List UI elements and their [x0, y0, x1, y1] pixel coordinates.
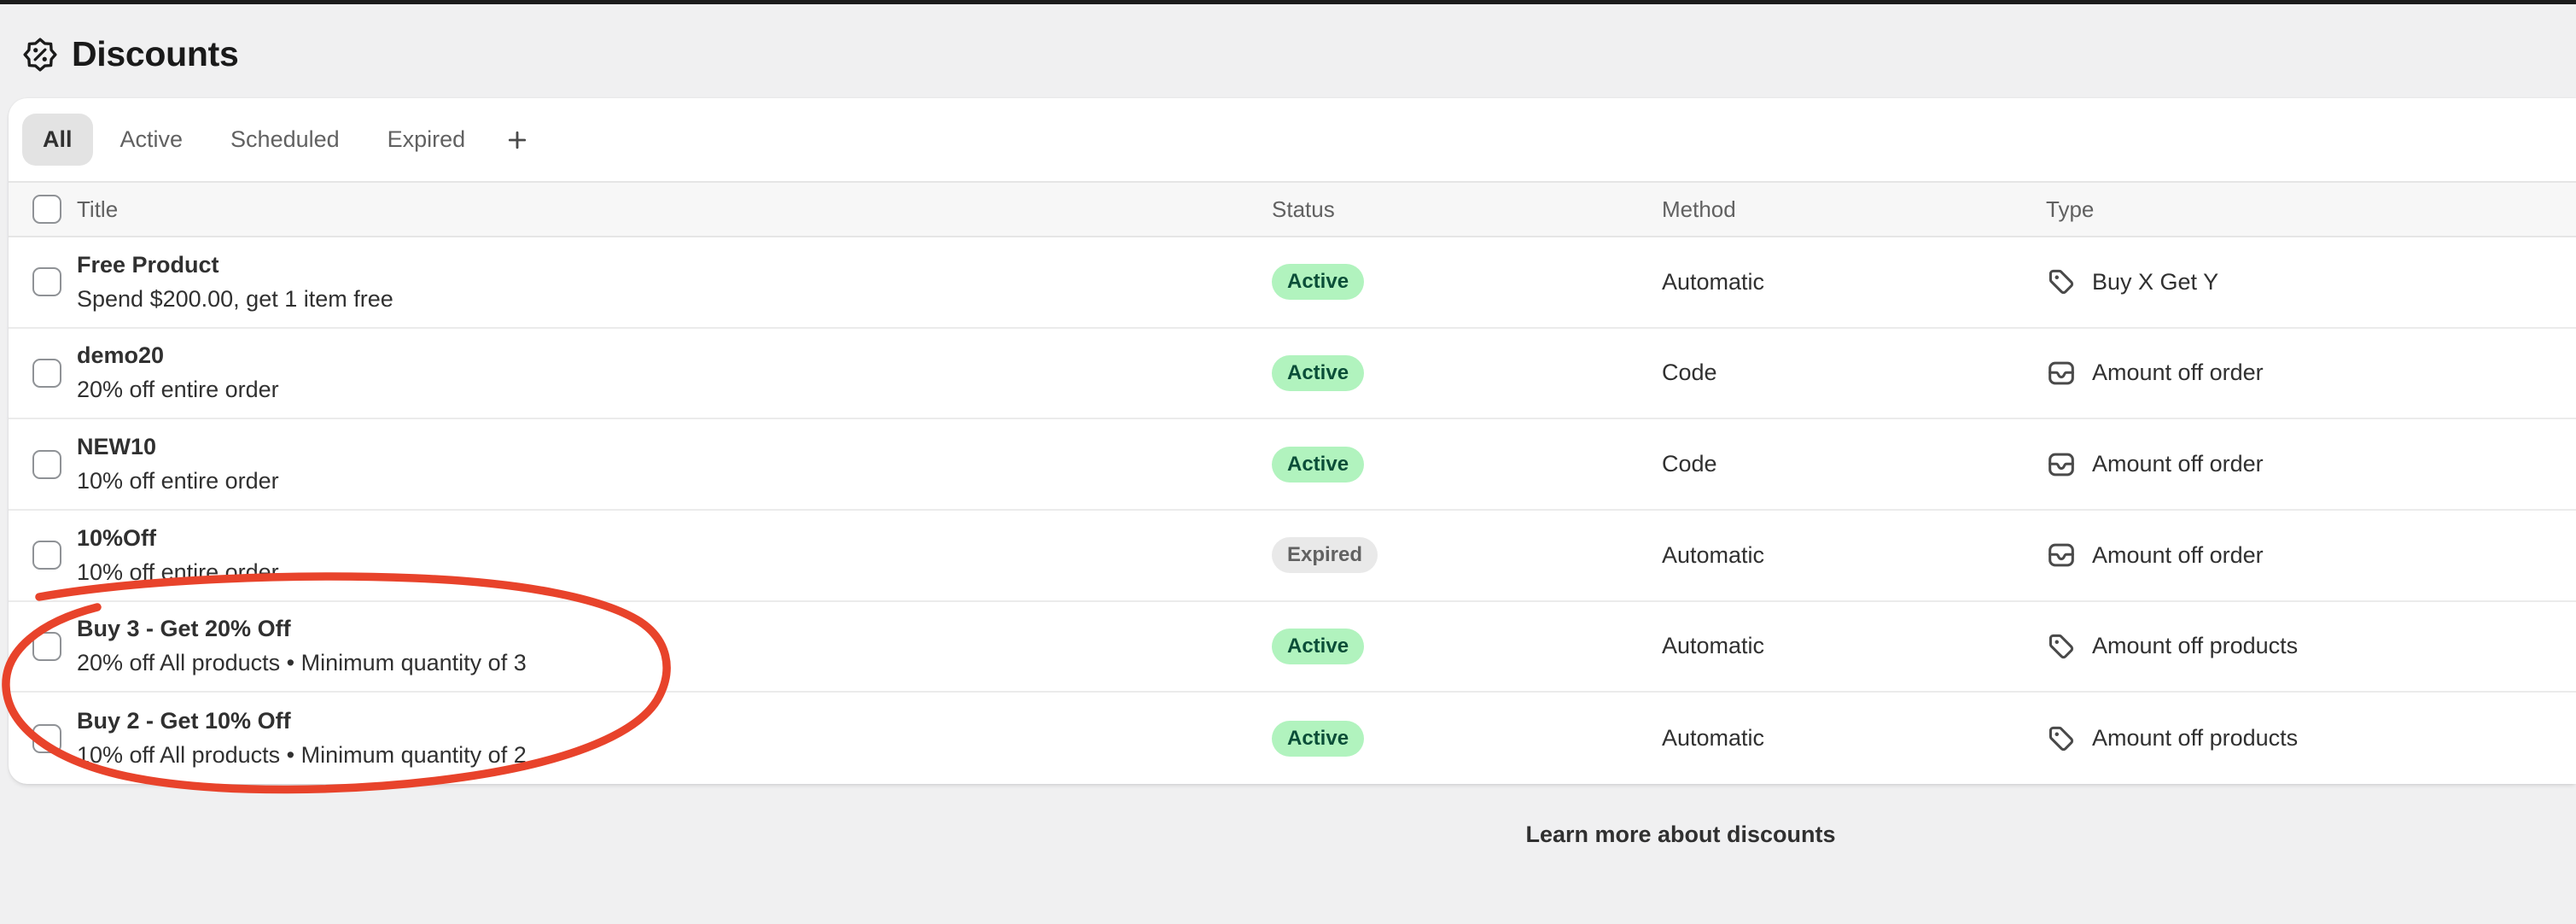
tag-icon [2046, 266, 2077, 297]
column-header-status: Status [1272, 196, 1662, 223]
column-header-title: Title [77, 196, 1272, 223]
discount-code-icon [2046, 540, 2077, 570]
row-checkbox[interactable] [32, 632, 61, 661]
page-header: Discounts [22, 34, 239, 74]
discount-method: Automatic [1662, 269, 2046, 295]
discounts-card: All Active Scheduled Expired Title Statu… [9, 98, 2576, 784]
discount-title: NEW10 [77, 434, 1272, 460]
discount-title: 10%Off [77, 525, 1272, 552]
table-body: Free Product Spend $200.00, get 1 item f… [9, 237, 2576, 784]
table-row[interactable]: Buy 3 - Get 20% Off 20% off All products… [9, 602, 2576, 693]
learn-more-link[interactable]: Learn more about discounts [1407, 822, 1954, 848]
tab-scheduled[interactable]: Scheduled [210, 114, 360, 166]
discount-subtitle: 20% off entire order [77, 377, 1272, 403]
status-badge: Expired [1272, 537, 1378, 573]
column-header-type: Type [2046, 196, 2576, 223]
tab-all[interactable]: All [22, 114, 93, 166]
discount-code-icon [2046, 449, 2077, 480]
filter-tabs: All Active Scheduled Expired [9, 98, 2576, 181]
table-row[interactable]: Free Product Spend $200.00, get 1 item f… [9, 237, 2576, 329]
discount-type: Amount off order [2092, 360, 2264, 386]
row-checkbox[interactable] [32, 267, 61, 296]
discount-code-icon [2046, 358, 2077, 389]
discount-subtitle: 10% off entire order [77, 559, 1272, 586]
row-checkbox[interactable] [32, 724, 61, 753]
discount-type: Amount off order [2092, 451, 2264, 477]
discount-method: Automatic [1662, 542, 2046, 569]
tab-expired[interactable]: Expired [367, 114, 487, 166]
row-checkbox[interactable] [32, 541, 61, 570]
discount-subtitle: 10% off All products • Minimum quantity … [77, 742, 1272, 769]
discount-subtitle: 20% off All products • Minimum quantity … [77, 650, 1272, 676]
column-header-method: Method [1662, 196, 2046, 223]
status-badge: Active [1272, 355, 1364, 391]
status-badge: Active [1272, 629, 1364, 664]
discount-seal-icon [22, 37, 58, 73]
discount-type: Amount off products [2092, 725, 2298, 751]
discount-type: Amount off order [2092, 542, 2264, 569]
discount-title: Buy 3 - Get 20% Off [77, 616, 1272, 642]
row-checkbox[interactable] [32, 359, 61, 388]
page-title: Discounts [72, 34, 239, 74]
tag-icon [2046, 723, 2077, 754]
table-row[interactable]: NEW10 10% off entire order Active Code A… [9, 419, 2576, 511]
table-row[interactable]: Buy 2 - Get 10% Off 10% off All products… [9, 693, 2576, 784]
discount-title: Free Product [77, 252, 1272, 278]
status-badge: Active [1272, 721, 1364, 757]
discount-type: Amount off products [2092, 633, 2298, 659]
plus-icon [504, 127, 530, 153]
status-badge: Active [1272, 264, 1364, 300]
add-view-button[interactable] [492, 115, 542, 165]
discount-method: Code [1662, 360, 2046, 386]
discount-method: Code [1662, 451, 2046, 477]
discount-type: Buy X Get Y [2092, 269, 2218, 295]
tag-icon [2046, 631, 2077, 662]
table-row[interactable]: 10%Off 10% off entire order Expired Auto… [9, 511, 2576, 602]
row-checkbox[interactable] [32, 450, 61, 479]
table-header: Title Status Method Type [9, 181, 2576, 237]
discount-title: demo20 [77, 342, 1272, 369]
discount-method: Automatic [1662, 633, 2046, 659]
select-all-checkbox[interactable] [32, 195, 61, 224]
discount-method: Automatic [1662, 725, 2046, 751]
status-badge: Active [1272, 447, 1364, 482]
tab-active[interactable]: Active [100, 114, 204, 166]
table-row[interactable]: demo20 20% off entire order Active Code … [9, 329, 2576, 420]
top-toolbar-edge [0, 0, 2576, 4]
discount-subtitle: 10% off entire order [77, 468, 1272, 494]
discount-subtitle: Spend $200.00, get 1 item free [77, 286, 1272, 313]
discount-title: Buy 2 - Get 10% Off [77, 708, 1272, 734]
